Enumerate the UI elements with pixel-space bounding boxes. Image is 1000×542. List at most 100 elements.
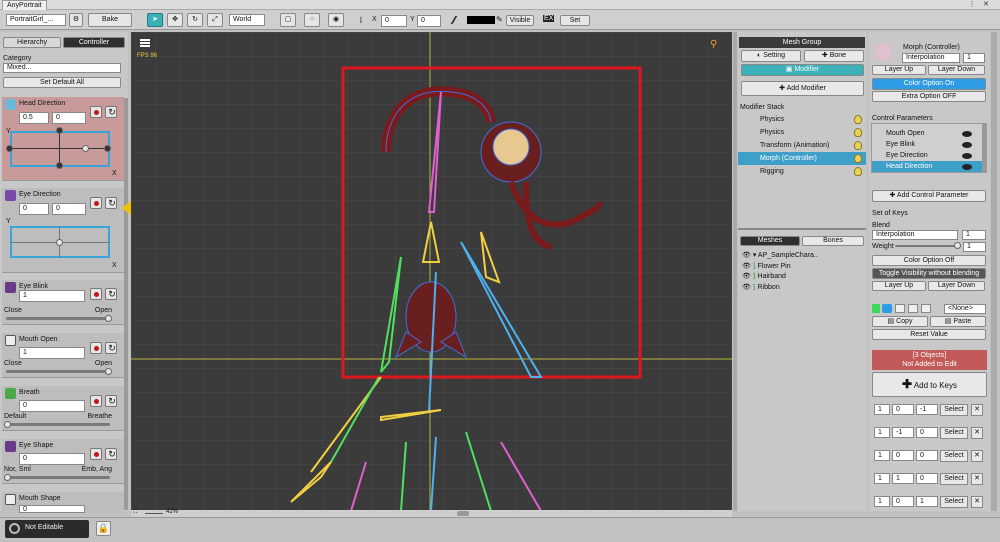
param-eye-direction[interactable]: Eye Direction	[872, 150, 982, 161]
stack-item-physics[interactable]: Physics	[738, 113, 866, 126]
ex-icon[interactable]: EX	[543, 15, 555, 22]
reset-icon[interactable]: ↻	[105, 342, 117, 354]
bulb-icon[interactable]	[854, 128, 862, 137]
select-tool-icon[interactable]: ➤	[147, 13, 163, 27]
zoom-slider[interactable]	[145, 513, 163, 514]
record-button[interactable]	[90, 448, 102, 460]
control-eye-direction[interactable]: Eye Direction 0 0 ↻ Y X	[2, 188, 124, 273]
key-x[interactable]: 0	[892, 496, 914, 507]
doc-icon[interactable]	[872, 304, 880, 313]
rotate-tool-icon[interactable]: ↻	[187, 13, 203, 27]
add-control-parameter-button[interactable]: ✚ Add Control Parameter	[872, 190, 986, 202]
slider-knob[interactable]	[4, 474, 11, 481]
copy-button[interactable]: ▤ Copy	[872, 316, 928, 327]
right-scrollbar[interactable]	[991, 32, 997, 511]
reset-icon[interactable]: ↻	[105, 106, 117, 118]
layer-up-button[interactable]: Layer Up	[872, 65, 926, 75]
set-default-all-button[interactable]: Set Default All	[3, 77, 121, 88]
xy-pad[interactable]	[10, 226, 110, 258]
toggle-visibility-button[interactable]: Toggle Visibility without blending	[872, 268, 986, 279]
mouth-open-input[interactable]: 1	[19, 347, 85, 359]
pad-point[interactable]	[56, 127, 63, 134]
reset-icon[interactable]: ↻	[105, 448, 117, 460]
slot-button[interactable]	[921, 304, 931, 313]
tab-controller[interactable]: Controller	[63, 37, 125, 48]
key-x[interactable]: 0	[892, 404, 914, 415]
reset-icon[interactable]: ↻	[105, 395, 117, 407]
tab-bones[interactable]: Bones	[802, 236, 864, 246]
paste-button[interactable]: ▤ Paste	[930, 316, 986, 327]
portrait-select[interactable]: PortraitGirl_...	[6, 14, 66, 26]
close-icon[interactable]: ✕	[980, 0, 992, 10]
select-key-button[interactable]: Select	[940, 404, 968, 416]
delete-key-icon[interactable]: ✕	[971, 404, 983, 416]
add-modifier-button[interactable]: ✚ Add Modifier	[741, 81, 864, 96]
key-y[interactable]: 1	[916, 496, 938, 507]
reset-icon[interactable]: ↻	[105, 288, 117, 300]
control-head-direction[interactable]: Head Direction 0.5 0 ↻ Y X	[2, 97, 124, 181]
eyedropper-icon[interactable]: ✎	[496, 15, 503, 24]
key-y[interactable]: 0	[916, 427, 938, 438]
record-button[interactable]	[90, 342, 102, 354]
key-row[interactable]: 1 0 1 Select ✕	[872, 496, 987, 508]
breath-slider[interactable]	[6, 423, 110, 426]
eye-icon[interactable]	[962, 153, 972, 159]
bulb-icon[interactable]	[854, 167, 862, 176]
h-scrollbar-thumb[interactable]	[457, 511, 469, 516]
add-to-keys-button[interactable]: ✚ Add to Keys	[872, 372, 987, 397]
bone-button[interactable]: ✚ Bone	[804, 50, 864, 62]
viewport[interactable]: FPS 96 ⚲	[131, 32, 732, 511]
tree-item-hairband[interactable]: 👁 ⟆ Hairband	[742, 272, 786, 280]
reset-icon[interactable]: ↻	[105, 197, 117, 209]
key-index[interactable]: 1	[874, 496, 890, 507]
select-key-button[interactable]: Select	[940, 427, 968, 439]
key-x[interactable]: 1	[892, 473, 914, 484]
head-x-input[interactable]: 0.5	[19, 112, 49, 124]
tab-hierarchy[interactable]: Hierarchy	[3, 37, 61, 48]
delete-key-icon[interactable]: ✕	[971, 427, 983, 439]
left-scrollbar[interactable]	[124, 98, 128, 510]
param-mouth-open[interactable]: Mouth Open	[872, 128, 982, 139]
eye-shape-slider[interactable]	[6, 476, 110, 479]
mode-select[interactable]: Interpolation	[902, 53, 960, 63]
key-row[interactable]: 1 0 0 Select ✕	[872, 450, 987, 462]
pad-point[interactable]	[104, 145, 111, 152]
slider-knob[interactable]	[4, 421, 11, 428]
menu-icon[interactable]: ⋮	[966, 0, 978, 10]
hamburger-menu-icon[interactable]	[140, 39, 150, 47]
tree-item-ribbon[interactable]: 👁 ⟆ Ribbon	[742, 283, 780, 291]
setting-button[interactable]: ◐ Setting	[741, 50, 801, 62]
record-button[interactable]	[90, 197, 102, 209]
v-scrollbar[interactable]	[733, 32, 737, 511]
record-button[interactable]	[90, 395, 102, 407]
blend-layer-input[interactable]: 1	[962, 230, 986, 240]
bake-button[interactable]: Bake	[88, 13, 132, 27]
onion-icon[interactable]: ◉	[328, 13, 344, 27]
eye-icon[interactable]	[962, 164, 972, 170]
stack-item-physics-2[interactable]: Physics	[738, 126, 866, 139]
slider-knob[interactable]	[105, 315, 112, 322]
extra-option-off-button[interactable]: Extra Option OFF	[872, 91, 986, 102]
pivot-icon[interactable]: ⁘	[304, 13, 320, 27]
color-option-off-button[interactable]: Color Option Off	[872, 255, 986, 266]
key-row[interactable]: 1 1 0 Select ✕	[872, 473, 987, 485]
weight-knob[interactable]	[954, 242, 961, 249]
select-key-button[interactable]: Select	[940, 450, 968, 462]
y-input[interactable]: 0	[417, 15, 441, 27]
weight-input[interactable]: 1	[963, 242, 986, 252]
modifier-button[interactable]: ▣ Modifier	[741, 64, 864, 76]
space-select[interactable]: World	[229, 14, 265, 26]
edit-status-badge[interactable]: Not Editable	[5, 520, 89, 538]
color-swatch[interactable]	[467, 16, 495, 24]
bulb-icon[interactable]	[854, 154, 862, 163]
tab-meshes[interactable]: Meshes	[740, 236, 800, 246]
visible-button[interactable]: Visible	[506, 15, 534, 26]
slot-button[interactable]	[908, 304, 918, 313]
pad-point[interactable]	[6, 145, 13, 152]
key-y[interactable]: 0	[916, 450, 938, 461]
stack-item-rigging[interactable]: Rigging	[738, 165, 866, 178]
control-mouth-open[interactable]: Mouth Open 1 ↻ Close Open	[2, 333, 124, 378]
move-tool-icon[interactable]: ✥	[167, 13, 183, 27]
blend-select[interactable]: Interpolation	[872, 230, 958, 240]
fit-icon[interactable]: ⛶	[133, 509, 137, 516]
